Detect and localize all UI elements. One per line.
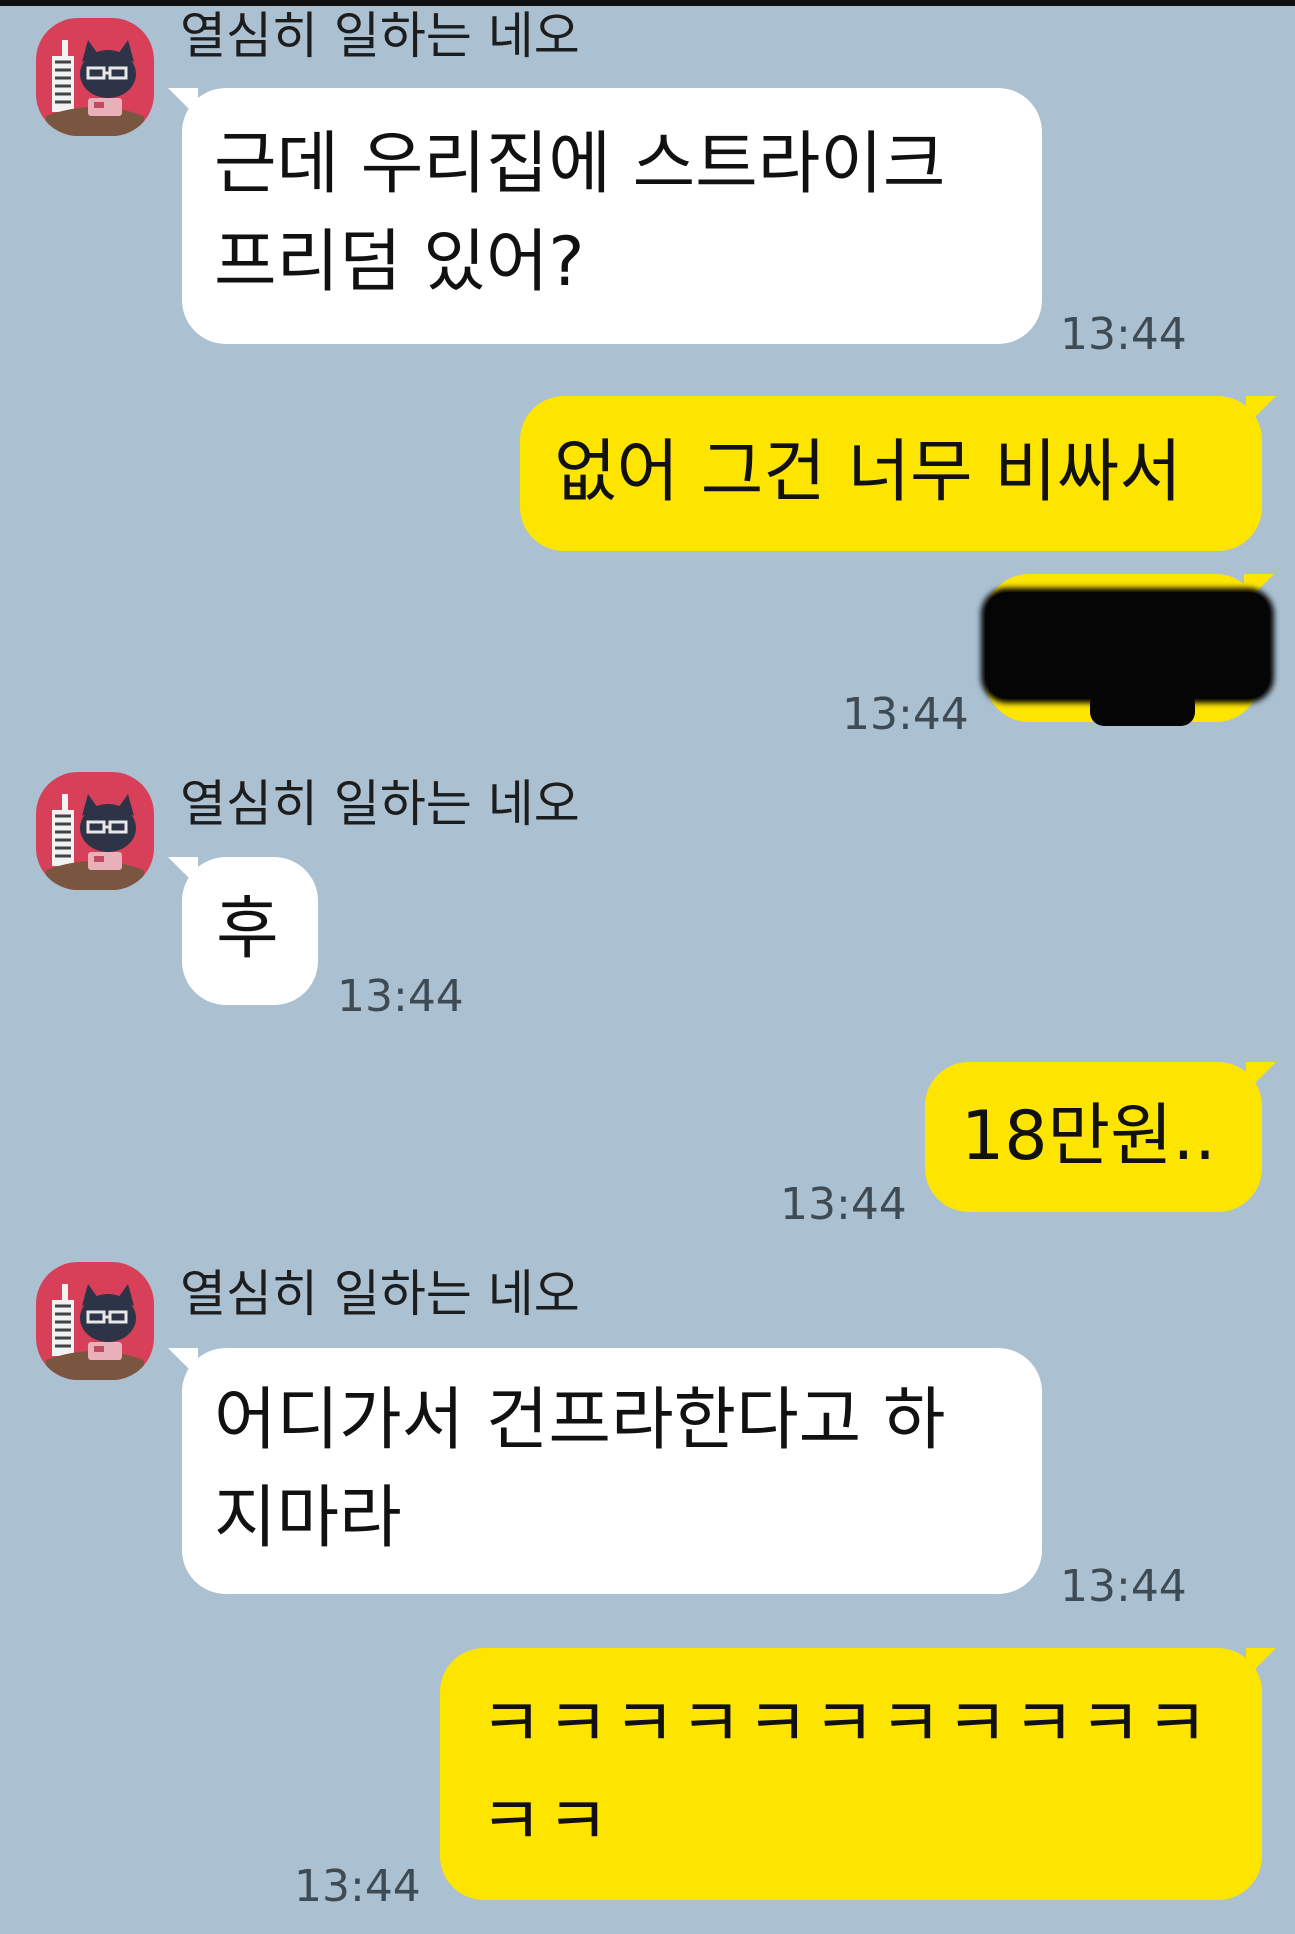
redaction-block [985, 592, 1270, 699]
sender-avatar-icon[interactable] [36, 772, 154, 890]
message-text: 후 [216, 890, 279, 969]
message-timestamp: 13:44 [1060, 1561, 1187, 1612]
sender-name: 열심히 일하는 네오 [180, 775, 580, 833]
message-timestamp: 13:44 [294, 1861, 421, 1912]
message-timestamp: 13:44 [842, 689, 969, 740]
redaction-block [1090, 690, 1195, 726]
message-timestamp: 13:44 [1060, 309, 1187, 360]
message-text: 지마라 [214, 1479, 402, 1558]
outgoing-message-bubble[interactable]: 없어 그건 너무 비싸서 [520, 396, 1276, 551]
sender-name: 열심히 일하는 네오 [180, 7, 580, 65]
message-text: 없어 그건 너무 비싸서 [554, 433, 1182, 512]
message-timestamp: 13:44 [780, 1179, 907, 1230]
message-text: 18만원.. [961, 1097, 1216, 1176]
message-text: 어디가서 건프라한다고 하 [214, 1381, 946, 1460]
outgoing-message-bubble[interactable]: 18만원.. [925, 1062, 1276, 1212]
sender-name: 열심히 일하는 네오 [180, 1265, 580, 1323]
incoming-message-bubble[interactable]: 후 [168, 857, 318, 1005]
sender-avatar-icon[interactable] [36, 18, 154, 136]
message-text: 근데 우리집에 스트라이크 [214, 125, 946, 204]
message-text: 프리덤 있어? [214, 223, 585, 302]
message-timestamp: 13:44 [337, 971, 464, 1022]
sender-avatar-icon[interactable] [36, 1262, 154, 1380]
incoming-message-bubble[interactable]: 근데 우리집에 스트라이크 프리덤 있어? [168, 88, 1042, 344]
outgoing-message-bubble[interactable]: ㅋㅋㅋㅋㅋㅋㅋㅋㅋㅋㅋ ㅋㅋ [440, 1648, 1276, 1900]
message-text: ㅋㅋㅋㅋㅋㅋㅋㅋㅋㅋㅋ [480, 1685, 1213, 1764]
incoming-message-bubble[interactable]: 어디가서 건프라한다고 하 지마라 [168, 1348, 1042, 1594]
message-text: ㅋㅋ [480, 1783, 614, 1862]
